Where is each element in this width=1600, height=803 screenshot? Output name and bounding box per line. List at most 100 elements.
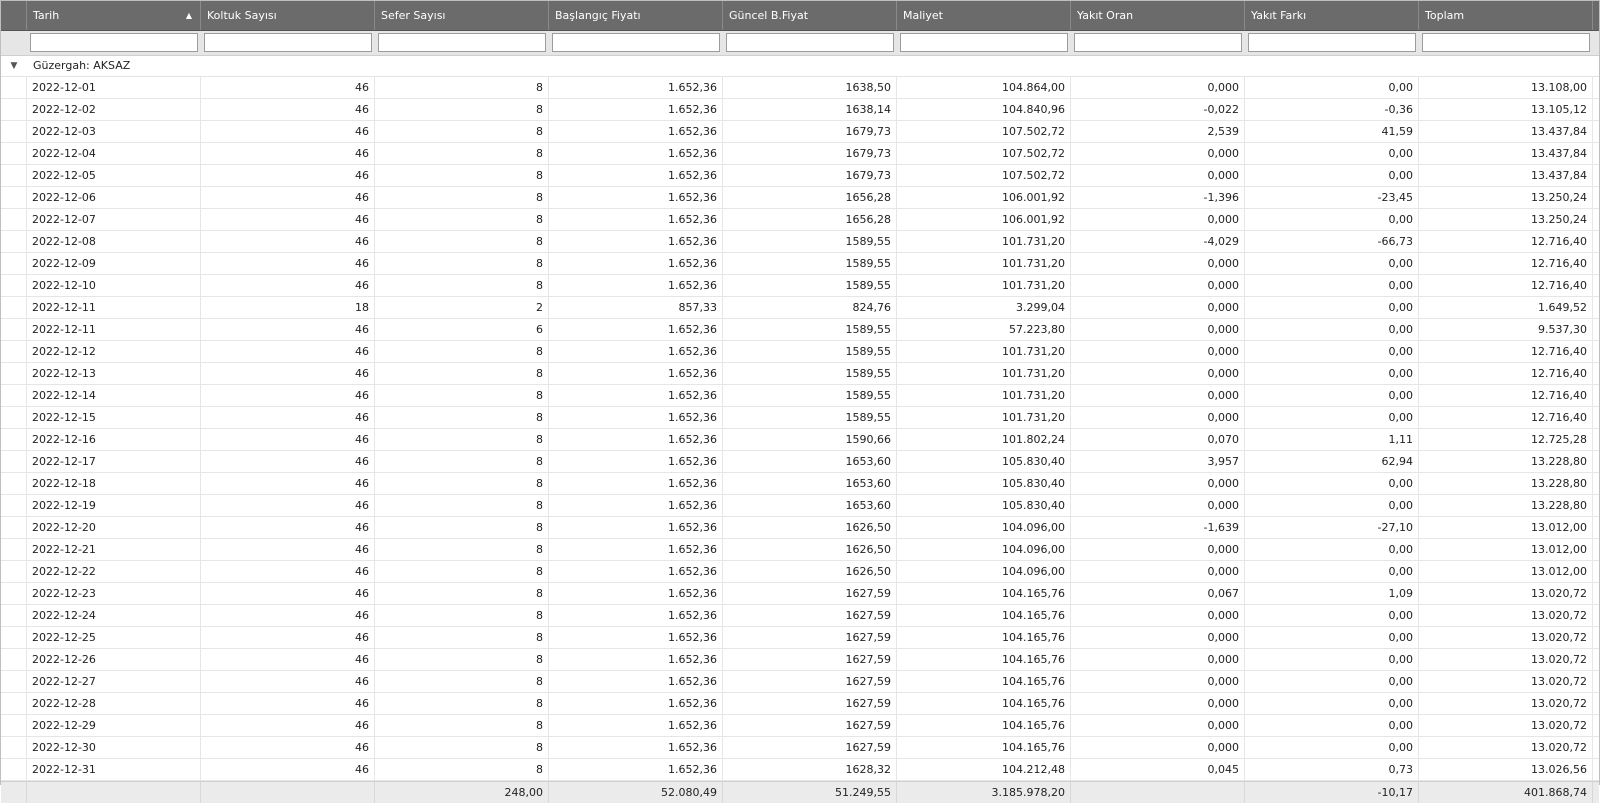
filter-input-sefer[interactable] xyxy=(378,33,546,52)
cell-toplam: 12.725,28 xyxy=(1419,429,1593,450)
cell-yakit-farki: 0,00 xyxy=(1245,495,1419,516)
cell-maliyet: 104.165,76 xyxy=(897,671,1071,692)
header-yakit-farki[interactable]: Yakıt Farkı xyxy=(1245,1,1419,30)
table-row[interactable]: 2022-12-09 46 8 1.652,36 1589,55 101.731,20 0,… xyxy=(1,253,1599,275)
table-row[interactable]: 2022-12-18 46 8 1.652,36 1653,60 105.830,40 0,… xyxy=(1,473,1599,495)
cell-toplam: 13.026,56 xyxy=(1419,759,1593,780)
row-spacer-right xyxy=(1593,341,1600,362)
header-baslangic[interactable]: Başlangıç Fiyatı xyxy=(549,1,723,30)
row-spacer-right xyxy=(1593,297,1600,318)
table-row[interactable]: 2022-12-08 46 8 1.652,36 1589,55 101.731,20 -4… xyxy=(1,231,1599,253)
header-guncel[interactable]: Güncel B.Fiyat xyxy=(723,1,897,30)
cell-yakit-oran: 0,000 xyxy=(1071,77,1245,98)
cell-sefer: 8 xyxy=(375,253,549,274)
table-row[interactable]: 2022-12-13 46 8 1.652,36 1589,55 101.731,20 0,… xyxy=(1,363,1599,385)
header-sefer[interactable]: Sefer Sayısı xyxy=(375,1,549,30)
table-row[interactable]: 2022-12-28 46 8 1.652,36 1627,59 104.165,76 0,… xyxy=(1,693,1599,715)
cell-yakit-farki: -23,45 xyxy=(1245,187,1419,208)
cell-koltuk: 46 xyxy=(201,693,375,714)
cell-baslangic: 1.652,36 xyxy=(549,187,723,208)
header-yakit-oran[interactable]: Yakıt Oran xyxy=(1071,1,1245,30)
table-row[interactable]: 2022-12-26 46 8 1.652,36 1627,59 104.165,76 0,… xyxy=(1,649,1599,671)
footer-total-koltuk xyxy=(201,782,375,803)
table-row[interactable]: 2022-12-12 46 8 1.652,36 1589,55 101.731,20 0,… xyxy=(1,341,1599,363)
cell-koltuk: 46 xyxy=(201,253,375,274)
table-row[interactable]: 2022-12-11 46 6 1.652,36 1589,55 57.223,80 0,0… xyxy=(1,319,1599,341)
footer-total-yakit-farki: -10,17 xyxy=(1245,782,1419,803)
table-row[interactable]: 2022-12-11 18 2 857,33 824,76 3.299,04 0,000 0,… xyxy=(1,297,1599,319)
table-row[interactable]: 2022-12-20 46 8 1.652,36 1626,50 104.096,00 -1… xyxy=(1,517,1599,539)
cell-maliyet: 104.864,00 xyxy=(897,77,1071,98)
cell-koltuk: 46 xyxy=(201,671,375,692)
cell-maliyet: 105.830,40 xyxy=(897,495,1071,516)
table-row[interactable]: 2022-12-15 46 8 1.652,36 1589,55 101.731,20 0,… xyxy=(1,407,1599,429)
header-maliyet[interactable]: Maliyet xyxy=(897,1,1071,30)
cell-baslangic: 1.652,36 xyxy=(549,671,723,692)
cell-koltuk: 46 xyxy=(201,319,375,340)
cell-yakit-oran: 0,000 xyxy=(1071,605,1245,626)
row-indent xyxy=(1,187,27,208)
row-indent xyxy=(1,451,27,472)
cell-tarih: 2022-12-18 xyxy=(27,473,201,494)
cell-maliyet: 101.731,20 xyxy=(897,341,1071,362)
table-row[interactable]: 2022-12-29 46 8 1.652,36 1627,59 104.165,76 0,… xyxy=(1,715,1599,737)
table-row[interactable]: 2022-12-21 46 8 1.652,36 1626,50 104.096,00 0,… xyxy=(1,539,1599,561)
header-tarih[interactable]: Tarih ▲ xyxy=(27,1,201,30)
table-row[interactable]: 2022-12-10 46 8 1.652,36 1589,55 101.731,20 0,… xyxy=(1,275,1599,297)
cell-yakit-oran: 0,000 xyxy=(1071,715,1245,736)
cell-guncel: 1590,66 xyxy=(723,429,897,450)
cell-koltuk: 46 xyxy=(201,121,375,142)
cell-baslangic: 1.652,36 xyxy=(549,99,723,120)
filter-input-toplam[interactable] xyxy=(1422,33,1590,52)
header-spacer xyxy=(1,1,27,30)
cell-baslangic: 1.652,36 xyxy=(549,385,723,406)
header-toplam[interactable]: Toplam xyxy=(1419,1,1593,30)
table-row[interactable]: 2022-12-25 46 8 1.652,36 1627,59 104.165,76 0,… xyxy=(1,627,1599,649)
cell-tarih: 2022-12-31 xyxy=(27,759,201,780)
table-row[interactable]: 2022-12-01 46 8 1.652,36 1638,50 104.864,00 0,… xyxy=(1,77,1599,99)
table-row[interactable]: 2022-12-22 46 8 1.652,36 1626,50 104.096,00 0,… xyxy=(1,561,1599,583)
table-row[interactable]: 2022-12-03 46 8 1.652,36 1679,73 107.502,72 2,… xyxy=(1,121,1599,143)
table-row[interactable]: 2022-12-31 46 8 1.652,36 1628,32 104.212,48 0,… xyxy=(1,759,1599,781)
cell-baslangic: 1.652,36 xyxy=(549,561,723,582)
header-koltuk[interactable]: Koltuk Sayısı xyxy=(201,1,375,30)
table-row[interactable]: 2022-12-16 46 8 1.652,36 1590,66 101.802,24 0,… xyxy=(1,429,1599,451)
cell-yakit-farki: 0,00 xyxy=(1245,253,1419,274)
filter-input-guncel[interactable] xyxy=(726,33,894,52)
table-row[interactable]: 2022-12-02 46 8 1.652,36 1638,14 104.840,96 -0… xyxy=(1,99,1599,121)
cell-yakit-farki: 0,00 xyxy=(1245,649,1419,670)
cell-toplam: 13.228,80 xyxy=(1419,495,1593,516)
cell-maliyet: 104.212,48 xyxy=(897,759,1071,780)
filter-input-koltuk[interactable] xyxy=(204,33,372,52)
chevron-down-icon[interactable]: ▼ xyxy=(1,56,27,76)
cell-toplam: 13.250,24 xyxy=(1419,187,1593,208)
table-row[interactable]: 2022-12-17 46 8 1.652,36 1653,60 105.830,40 3,… xyxy=(1,451,1599,473)
cell-yakit-oran: 0,000 xyxy=(1071,539,1245,560)
table-row[interactable]: 2022-12-19 46 8 1.652,36 1653,60 105.830,40 0,… xyxy=(1,495,1599,517)
cell-baslangic: 1.652,36 xyxy=(549,649,723,670)
filter-input-baslangic[interactable] xyxy=(552,33,720,52)
filter-input-yakit-farki[interactable] xyxy=(1248,33,1416,52)
cell-koltuk: 46 xyxy=(201,99,375,120)
table-row[interactable]: 2022-12-27 46 8 1.652,36 1627,59 104.165,76 0,… xyxy=(1,671,1599,693)
cell-sefer: 8 xyxy=(375,737,549,758)
filter-input-yakit-oran[interactable] xyxy=(1074,33,1242,52)
table-row[interactable]: 2022-12-24 46 8 1.652,36 1627,59 104.165,76 0,… xyxy=(1,605,1599,627)
cell-tarih: 2022-12-07 xyxy=(27,209,201,230)
table-row[interactable]: 2022-12-30 46 8 1.652,36 1627,59 104.165,76 0,… xyxy=(1,737,1599,759)
table-row[interactable]: 2022-12-05 46 8 1.652,36 1679,73 107.502,72 0,… xyxy=(1,165,1599,187)
table-row[interactable]: 2022-12-07 46 8 1.652,36 1656,28 106.001,92 0,… xyxy=(1,209,1599,231)
cell-tarih: 2022-12-09 xyxy=(27,253,201,274)
cell-maliyet: 107.502,72 xyxy=(897,143,1071,164)
table-row[interactable]: 2022-12-14 46 8 1.652,36 1589,55 101.731,20 0,… xyxy=(1,385,1599,407)
table-row[interactable]: 2022-12-04 46 8 1.652,36 1679,73 107.502,72 0,… xyxy=(1,143,1599,165)
table-row[interactable]: 2022-12-23 46 8 1.652,36 1627,59 104.165,76 0,… xyxy=(1,583,1599,605)
filter-input-tarih[interactable] xyxy=(30,33,198,52)
cell-tarih: 2022-12-26 xyxy=(27,649,201,670)
row-indent xyxy=(1,121,27,142)
group-row[interactable]: ▼ Güzergah: AKSAZ xyxy=(1,56,1599,77)
filter-input-maliyet[interactable] xyxy=(900,33,1068,52)
table-row[interactable]: 2022-12-06 46 8 1.652,36 1656,28 106.001,92 -1… xyxy=(1,187,1599,209)
cell-maliyet: 101.731,20 xyxy=(897,363,1071,384)
cell-tarih: 2022-12-10 xyxy=(27,275,201,296)
